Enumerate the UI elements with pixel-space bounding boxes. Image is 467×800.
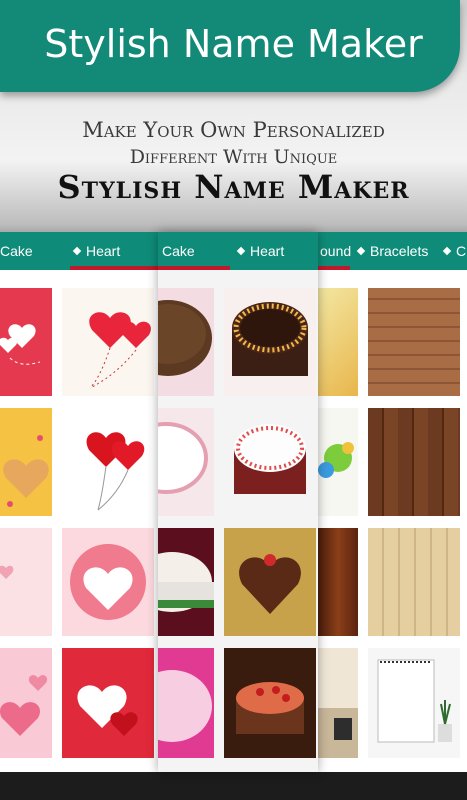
tab-label: Heart <box>86 243 121 259</box>
cake-image <box>158 422 208 494</box>
cake-thumbnail[interactable] <box>158 288 214 396</box>
background-thumbnail[interactable] <box>368 288 460 396</box>
promo-title: Stylish Name Maker <box>57 168 410 206</box>
active-tab-indicator <box>318 266 350 270</box>
heart-thumbnail[interactable] <box>62 288 154 396</box>
heart-balloons-image <box>89 312 151 389</box>
cake-image <box>158 670 212 742</box>
promo-line-1: Make Your Own Personalized <box>82 118 385 142</box>
screenshot-panel-left: Cake Heart <box>0 232 158 772</box>
screenshot-panel-middle: Cake Heart <box>158 232 318 772</box>
tab-label: ound <box>320 243 352 259</box>
tab-bracelets[interactable]: Bracelets <box>356 232 429 270</box>
background-thumbnail[interactable] <box>368 408 460 516</box>
category-tabbar: Cake Heart <box>0 232 158 270</box>
desk-image <box>318 708 358 758</box>
diamond-icon <box>72 246 82 256</box>
tab-cake[interactable]: Cake <box>162 232 195 270</box>
background-thumbnail[interactable] <box>368 528 460 636</box>
category-tabbar: Cake Heart <box>158 232 318 270</box>
background-thumbnail[interactable] <box>318 528 358 636</box>
cake-thumbnail[interactable] <box>158 528 214 636</box>
category-tabbar: ound Bracelets C <box>318 232 467 270</box>
heart-wreath-image <box>70 544 146 620</box>
diamond-icon <box>442 246 452 256</box>
tab-label: Heart <box>250 243 285 259</box>
diamond-icon <box>236 246 246 256</box>
heart-thumbnail[interactable] <box>0 528 52 636</box>
cake-thumbnail[interactable] <box>224 528 316 636</box>
active-tab-indicator <box>70 266 158 270</box>
notepad-image <box>377 659 452 743</box>
cake-thumbnail[interactable] <box>158 408 214 516</box>
tab-more[interactable]: C <box>442 232 467 270</box>
heart-balloons-image <box>86 432 145 511</box>
white-drip-cake-image <box>234 424 306 494</box>
heart-image <box>3 435 49 507</box>
tab-heart[interactable]: Heart <box>236 232 285 270</box>
heart-image <box>0 565 14 579</box>
tab-label: Cake <box>0 243 33 259</box>
background-thumbnail[interactable] <box>318 648 358 758</box>
white-heart-image <box>77 685 138 736</box>
tab-label: C <box>456 243 467 259</box>
cake-thumbnail[interactable] <box>224 288 316 396</box>
heart-thumbnail[interactable] <box>62 648 154 758</box>
diamond-icon <box>356 246 366 256</box>
tab-label: Cake <box>162 243 195 259</box>
cake-thumbnail[interactable] <box>224 408 316 516</box>
app-header: Stylish Name Maker <box>0 0 460 92</box>
promo-banner: Make Your Own Personalized Different Wit… <box>0 112 467 222</box>
app-title: Stylish Name Maker <box>44 22 423 66</box>
strawberry-cake-image <box>236 682 304 734</box>
heart-thumbnail[interactable] <box>0 408 52 516</box>
screenshot-panel-right: ound Bracelets C <box>318 232 467 772</box>
paint-splash-image <box>318 442 354 478</box>
cake-image <box>158 552 214 612</box>
heart-thumbnail[interactable] <box>0 288 52 396</box>
promo-line-2: Different With Unique <box>129 146 338 168</box>
heart-thumbnail[interactable] <box>62 528 154 636</box>
cake-thumbnail[interactable] <box>224 648 316 758</box>
tab-heart[interactable]: Heart <box>72 232 121 270</box>
background-thumbnail[interactable] <box>318 288 358 396</box>
heart-thumbnail[interactable] <box>0 648 52 758</box>
heart-image <box>0 675 48 736</box>
background-thumbnail[interactable] <box>318 408 358 516</box>
tab-cake[interactable]: Cake <box>0 232 33 270</box>
background-thumbnail[interactable] <box>368 648 460 758</box>
heart-chocolate-cake-image <box>239 554 301 614</box>
heart-image <box>0 324 41 365</box>
cake-image <box>158 300 212 376</box>
cake-thumbnail[interactable] <box>158 648 214 758</box>
bottom-strip <box>0 772 467 800</box>
tab-background[interactable]: ound <box>320 232 351 270</box>
chocolate-sprinkle-cake-image <box>232 302 308 376</box>
heart-thumbnail[interactable] <box>62 408 154 516</box>
tab-label: Bracelets <box>370 243 429 259</box>
active-tab-indicator <box>158 266 230 270</box>
